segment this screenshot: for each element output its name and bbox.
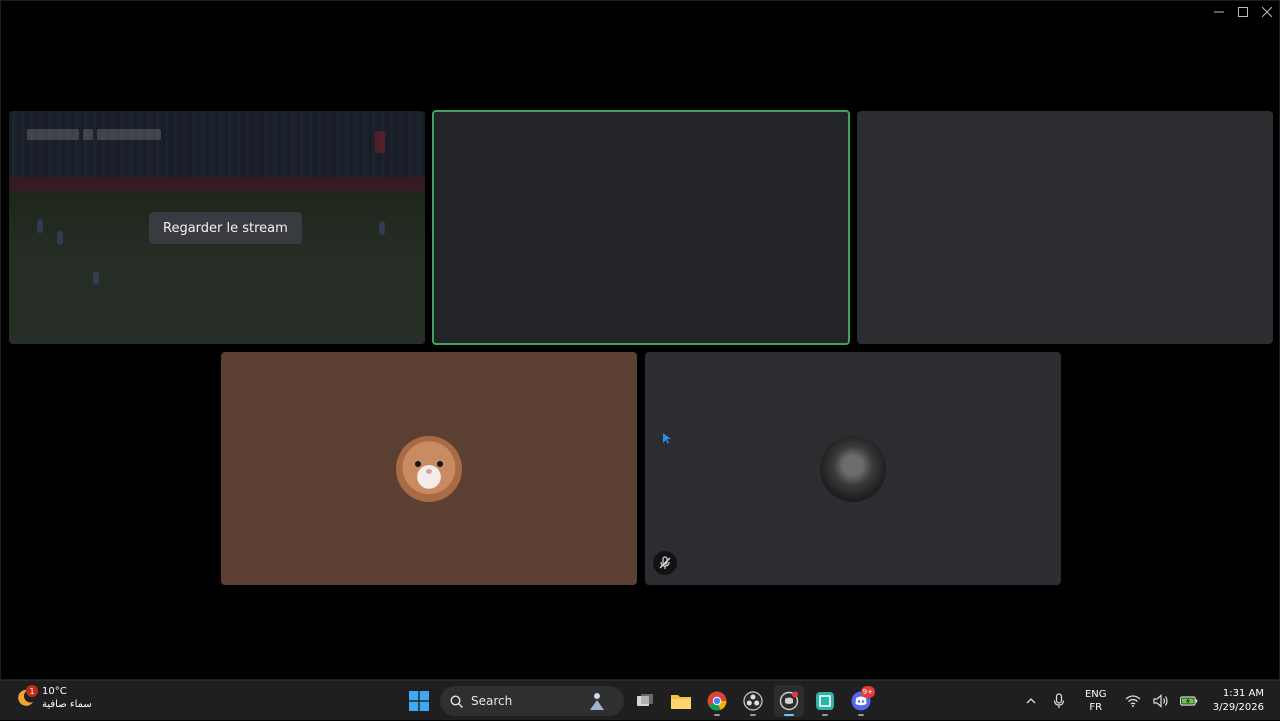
mouse-cursor-icon [663, 433, 671, 444]
microphone-tray-button[interactable] [1045, 681, 1073, 721]
weather-widget[interactable]: 1 10°C سماء صافية [14, 685, 92, 711]
stream-tile[interactable]: Regarder le stream [9, 111, 425, 344]
obs-button[interactable] [738, 685, 768, 717]
language-switcher[interactable]: ENG FR [1081, 688, 1111, 714]
weather-badge: 1 [26, 685, 38, 697]
weather-temp: 10°C [42, 686, 67, 697]
taskbar-search-box[interactable]: Search [440, 686, 624, 716]
maximize-button[interactable] [1231, 1, 1255, 23]
wifi-icon [1125, 695, 1141, 707]
search-label: Search [471, 694, 513, 708]
snipping-tool-icon [816, 692, 834, 710]
search-highlight-icon [590, 693, 604, 710]
dark-avatar [820, 436, 886, 502]
discord-button[interactable]: 9+ [846, 685, 876, 717]
participant-tile-hamster[interactable] [221, 352, 637, 585]
weather-condition: سماء صافية [42, 699, 92, 710]
participant-tile-3[interactable] [857, 111, 1273, 344]
chrome-icon [707, 691, 727, 711]
search-icon [450, 694, 463, 708]
moon-icon: 1 [14, 685, 38, 709]
lang-primary: ENG [1084, 689, 1107, 700]
lang-secondary: FR [1089, 702, 1103, 713]
speaker-icon [1153, 694, 1168, 708]
obs-icon [743, 691, 763, 711]
close-button[interactable] [1255, 1, 1279, 23]
start-button[interactable] [404, 685, 434, 717]
task-view-button[interactable] [630, 685, 660, 717]
close-icon [1262, 7, 1272, 17]
chevron-up-icon [1026, 698, 1036, 704]
battery-charging-icon [1179, 696, 1197, 706]
minimize-icon [1214, 11, 1224, 13]
folder-icon [671, 695, 691, 709]
participant-tile-dark[interactable] [645, 352, 1061, 585]
discord-ptb-icon [779, 691, 799, 711]
windows-taskbar: 1 10°C سماء صافية Search 9+ ENG FR 1:31 … [0, 680, 1280, 720]
clock-time: 1:31 AM [1222, 688, 1264, 699]
system-tray: ENG FR 1:31 AM 3/29/2026 [1017, 681, 1280, 721]
volume-button[interactable] [1147, 681, 1175, 721]
show-hidden-icons-button[interactable] [1017, 681, 1045, 721]
taskbar-clock[interactable]: 1:31 AM 3/29/2026 [1203, 687, 1280, 715]
chrome-button[interactable] [702, 685, 732, 717]
discord-notification-badge: 9+ [860, 686, 875, 698]
snipping-tool-button[interactable] [810, 685, 840, 717]
clock-date: 3/29/2026 [1212, 702, 1264, 713]
speaking-participant-tile[interactable] [432, 110, 850, 345]
watch-stream-button[interactable]: Regarder le stream [149, 212, 302, 244]
task-view-icon [637, 694, 653, 706]
mic-muted-icon [659, 556, 671, 569]
discord-call-window: Regarder le stream [0, 0, 1280, 680]
discord-ptb-button[interactable] [774, 685, 804, 717]
wifi-button[interactable] [1119, 681, 1147, 721]
file-explorer-button[interactable] [666, 685, 696, 717]
maximize-icon [1238, 7, 1248, 17]
minimize-button[interactable] [1207, 1, 1231, 23]
windows-logo-icon [409, 691, 429, 711]
microphone-icon [1053, 693, 1064, 708]
window-controls [1207, 1, 1279, 23]
muted-indicator [653, 551, 677, 575]
battery-button[interactable] [1175, 681, 1203, 721]
hamster-avatar [396, 436, 462, 502]
